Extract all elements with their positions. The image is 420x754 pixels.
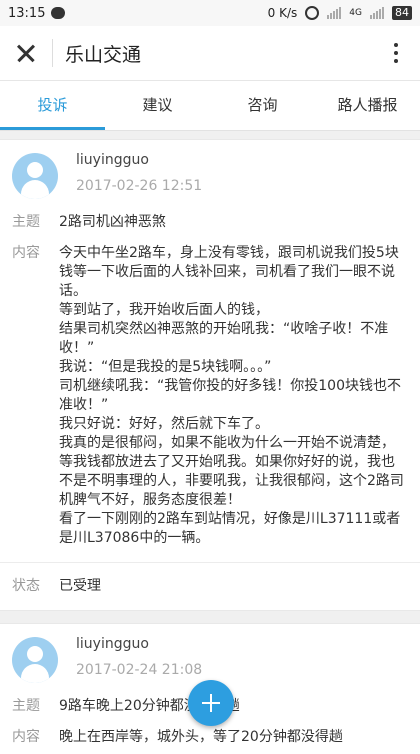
network-type: 4G: [349, 8, 362, 18]
more-vert-icon[interactable]: [384, 39, 408, 67]
app-bar: 乐山交通: [0, 26, 420, 81]
tab-inquiry[interactable]: 咨询: [210, 81, 315, 130]
post-content: 晚上在西岸等，城外头，等了20分钟都没得趟: [59, 729, 343, 745]
post-time: 2017-02-24 21:08: [76, 662, 203, 678]
tab-bar: 投诉 建议 咨询 路人播报: [0, 81, 420, 131]
signal-icon-2: [370, 7, 384, 19]
close-icon[interactable]: [12, 39, 40, 67]
battery-icon: 84: [392, 6, 412, 20]
tab-complaint[interactable]: 投诉: [0, 81, 105, 130]
status-time: 13:15: [8, 5, 46, 21]
message-icon: [51, 7, 66, 19]
post-subject: 2路司机凶神恶煞: [59, 214, 166, 230]
subject-label: 主题: [12, 214, 40, 230]
net-speed: 0 K/s: [267, 6, 298, 20]
plus-icon[interactable]: [188, 680, 234, 726]
subject-label: 主题: [12, 698, 40, 714]
content-label: 内容: [12, 245, 40, 261]
post-content: 今天中午坐2路车，身上没有零钱，跟司机说我们投5块钱等一下收后面的人钱补回来，司…: [59, 245, 404, 546]
status-label: 状态: [12, 578, 40, 594]
tab-suggestion[interactable]: 建议: [105, 81, 210, 130]
avatar: [12, 637, 58, 683]
post-card[interactable]: liuyingguo 2017-02-26 12:51 主题 2路司机凶神恶煞 …: [0, 139, 420, 611]
signal-icon: [327, 7, 342, 19]
tab-broadcast[interactable]: 路人播报: [315, 81, 420, 130]
post-user: liuyingguo: [76, 636, 149, 652]
avatar: [12, 153, 58, 199]
post-status: 已受理: [59, 578, 101, 594]
post-time: 2017-02-26 12:51: [76, 178, 203, 194]
alarm-icon: [305, 6, 320, 20]
appbar-divider: [52, 39, 53, 67]
status-bar: 13:15 0 K/s 4G 84: [0, 0, 420, 26]
page-title: 乐山交通: [65, 43, 142, 66]
post-user: liuyingguo: [76, 152, 149, 168]
content-label: 内容: [12, 729, 40, 745]
